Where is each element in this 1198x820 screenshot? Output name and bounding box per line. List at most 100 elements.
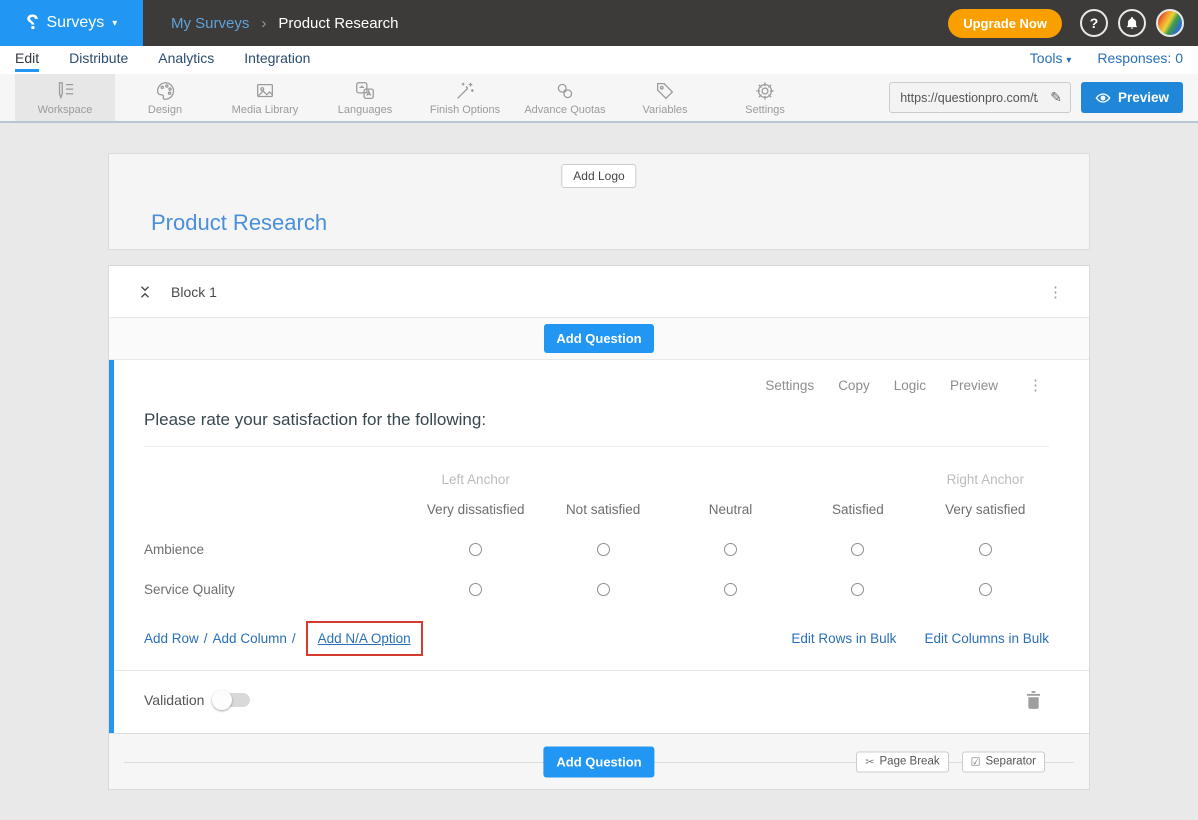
validation-toggle[interactable] [214,693,250,707]
tab-distribute[interactable]: Distribute [69,50,128,72]
editor-canvas: Add Logo Product Research Block 1 ⋮ Add … [108,153,1090,790]
add-question-button-bottom[interactable]: Add Question [543,746,654,777]
help-icon: ? [1090,15,1099,31]
app-menu-surveys[interactable]: ? Surveys ▾ [0,0,143,46]
toolbar-label: Variables [642,104,687,116]
separator-button[interactable]: ☑ Separator [962,751,1045,772]
question-preview-link[interactable]: Preview [950,378,998,393]
trash-icon [1026,691,1041,709]
toolbar-design[interactable]: Design [115,74,215,121]
chain-link-icon [554,80,576,102]
toolbar-settings[interactable]: Settings [715,74,815,121]
collapse-block-button[interactable] [138,284,152,300]
tab-edit[interactable]: Edit [15,50,39,72]
tab-integration[interactable]: Integration [244,50,310,72]
block-title: Block 1 [171,284,217,300]
edit-columns-bulk-link[interactable]: Edit Columns in Bulk [924,631,1049,646]
toolbar-variables[interactable]: Variables [615,74,715,121]
header-actions: Upgrade Now ? [948,9,1184,38]
block-header: Block 1 ⋮ [109,266,1089,318]
radio-button[interactable] [469,583,482,596]
add-question-button-top[interactable]: Add Question [544,324,653,353]
add-logo-button[interactable]: Add Logo [561,164,636,188]
right-anchor-label[interactable]: Right Anchor [922,447,1049,489]
top-header: ? Surveys ▾ My Surveys › Product Researc… [0,0,1198,46]
toolbar-languages[interactable]: Languages [315,74,415,121]
notifications-button[interactable] [1118,9,1146,37]
section-nav: Edit Distribute Analytics Integration To… [0,46,1198,74]
radio-button[interactable] [851,543,864,556]
toolbar-label: Languages [338,104,392,116]
toolbar-advance-quotas[interactable]: Advance Quotas [515,74,615,121]
breadcrumb-current: Product Research [278,15,398,32]
left-anchor-label[interactable]: Left Anchor [412,447,539,489]
radio-button[interactable] [851,583,864,596]
toolbar-finish-options[interactable]: Finish Options [415,74,515,121]
radio-button[interactable] [979,583,992,596]
editor-toolbar: Workspace Design Media Library Languages… [0,74,1198,123]
question-card: Settings Copy Logic Preview ⋮ Please rat… [109,360,1089,733]
row-label[interactable]: Ambience [144,529,412,569]
app-menu-label: Surveys [47,14,105,32]
toolbar-workspace[interactable]: Workspace [15,74,115,121]
avatar[interactable] [1156,9,1184,37]
survey-url-input[interactable] [890,91,1042,105]
survey-header-panel: Add Logo Product Research [108,153,1090,250]
preview-button[interactable]: Preview [1081,82,1183,113]
tag-icon [654,80,676,102]
radio-button[interactable] [724,543,737,556]
edit-url-icon[interactable]: ✎ [1042,89,1070,106]
eye-icon [1095,92,1111,104]
question-copy-link[interactable]: Copy [838,378,870,393]
checkbox-checked-icon: ☑ [971,755,981,768]
tab-analytics[interactable]: Analytics [158,50,214,72]
toolbar-label: Finish Options [430,104,500,116]
column-header[interactable]: Satisfied [794,489,921,529]
radio-button[interactable] [597,543,610,556]
page-break-button[interactable]: ✂ Page Break [856,751,948,772]
radio-button[interactable] [597,583,610,596]
validation-label: Validation [144,692,204,708]
radio-button[interactable] [979,543,992,556]
survey-title[interactable]: Product Research [151,210,327,236]
toolbar-label: Settings [745,104,785,116]
toolbar-label: Media Library [232,104,299,116]
question-settings-link[interactable]: Settings [765,378,814,393]
toolbar-label: Design [148,104,182,116]
block-container: Block 1 ⋮ Add Question Settings Copy Log… [108,265,1090,790]
column-header[interactable]: Not satisfied [539,489,666,529]
upgrade-now-button[interactable]: Upgrade Now [948,9,1062,38]
question-menu-button[interactable]: ⋮ [1022,376,1049,394]
radio-button[interactable] [469,543,482,556]
breadcrumb-my-surveys[interactable]: My Surveys [171,15,249,32]
row-label[interactable]: Service Quality [144,569,412,609]
highlight-box: Add N/A Option [306,621,423,656]
tools-dropdown[interactable]: Tools ▾ [1030,50,1072,66]
add-column-link[interactable]: Add Column [213,631,287,646]
delete-question-button[interactable] [1026,691,1041,709]
questionpro-logo-icon: ? [26,11,39,35]
column-header[interactable]: Neutral [667,489,794,529]
question-text[interactable]: Please rate your satisfaction for the fo… [144,410,1049,447]
tools-label: Tools [1030,50,1063,66]
add-na-option-link[interactable]: Add N/A Option [318,631,411,646]
validation-row: Validation [144,671,1049,733]
block-menu-button[interactable]: ⋮ [1042,283,1069,301]
nav-right: Tools ▾ Responses: 0 [1030,50,1183,66]
help-button[interactable]: ? [1080,9,1108,37]
caret-down-icon: ▾ [112,18,117,29]
preview-label: Preview [1118,90,1169,105]
radio-button[interactable] [724,583,737,596]
responses-count[interactable]: Responses: 0 [1097,50,1183,66]
column-header[interactable]: Very satisfied [922,489,1049,529]
question-logic-link[interactable]: Logic [894,378,926,393]
toolbar-label: Workspace [38,104,93,116]
add-row-link[interactable]: Add Row [144,631,199,646]
toolbar-media-library[interactable]: Media Library [215,74,315,121]
breadcrumb-separator-icon: › [261,15,266,32]
palette-icon [154,80,176,102]
footer-actions: ✂ Page Break ☑ Separator [856,751,1045,772]
toolbar-right: ✎ Preview [889,74,1198,121]
edit-rows-bulk-link[interactable]: Edit Rows in Bulk [791,631,896,646]
column-header[interactable]: Very dissatisfied [412,489,539,529]
